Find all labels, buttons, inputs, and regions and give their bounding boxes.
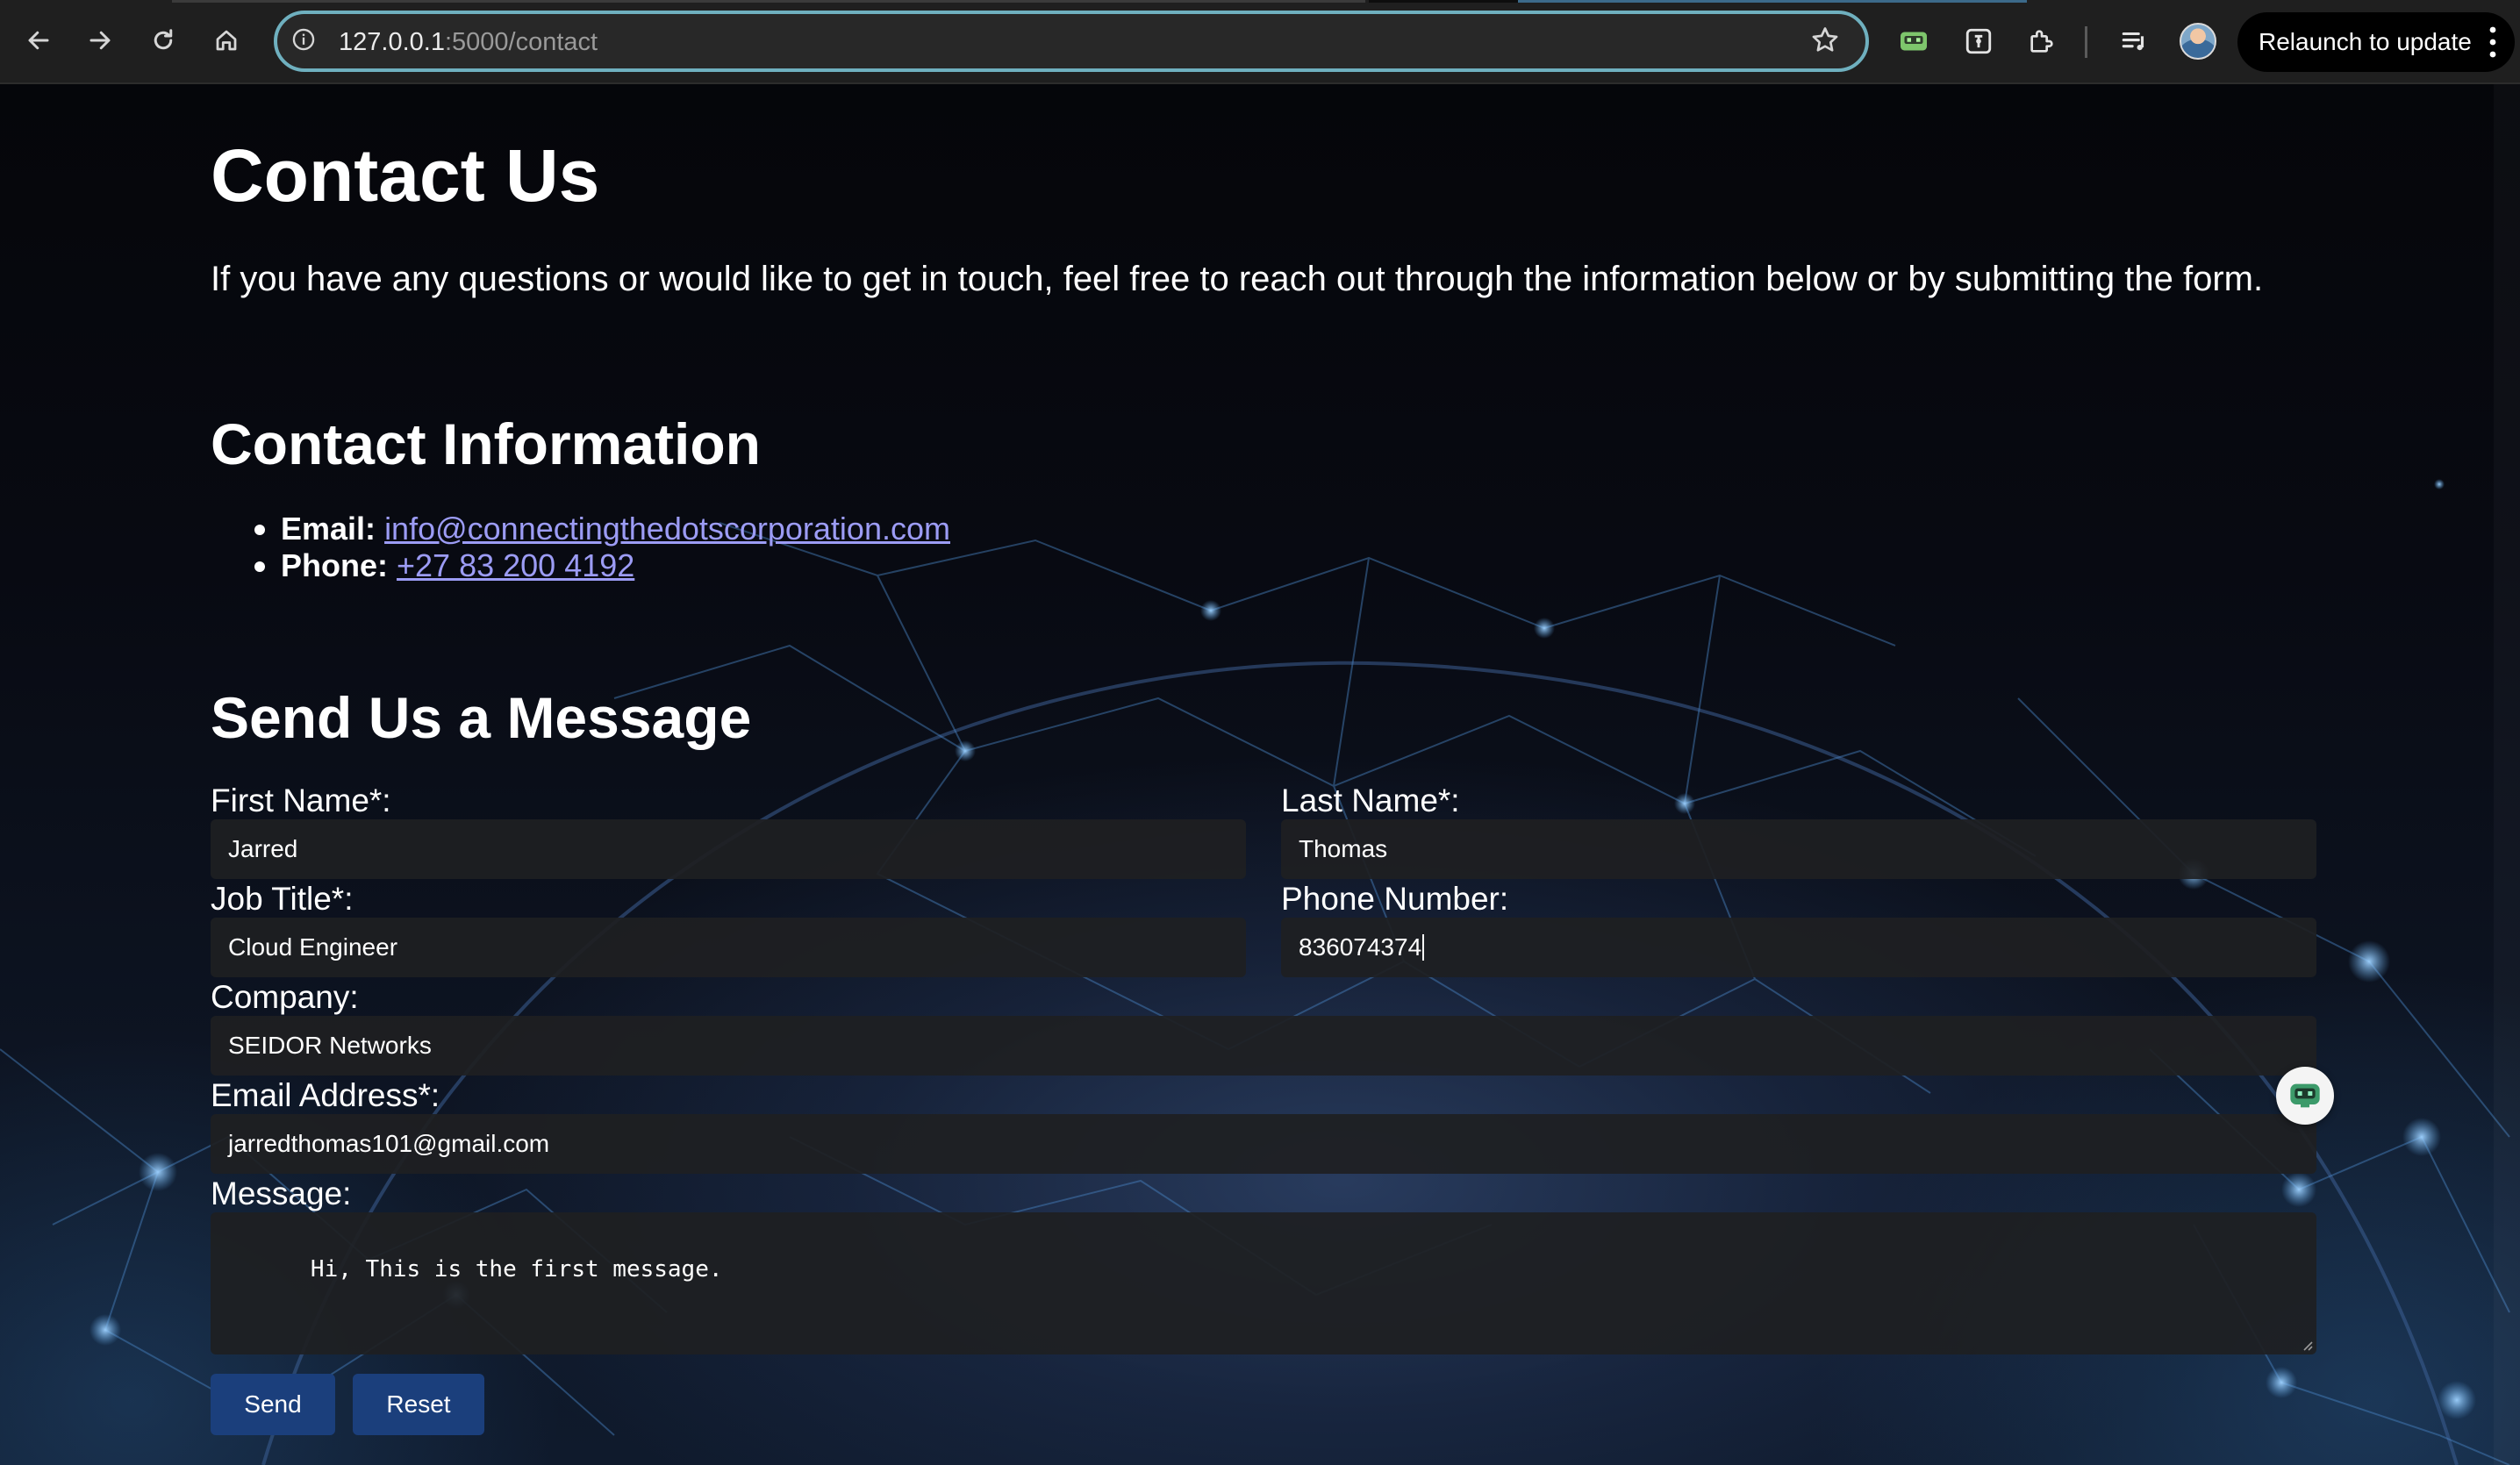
password-manager-button[interactable]	[1958, 21, 1999, 61]
last-name-input[interactable]: Thomas	[1281, 819, 2316, 879]
address-bar[interactable]: 127.0.0.1:5000/contact	[274, 11, 1869, 72]
message-label: Message:	[211, 1176, 352, 1211]
phone-item: Phone: +27 83 200 4192	[211, 547, 950, 584]
email-label: Email:	[281, 511, 376, 547]
contact-info-heading: Contact Information	[211, 411, 761, 476]
reload-button[interactable]	[144, 21, 183, 60]
email-address-value: jarredthomas101@gmail.com	[228, 1130, 550, 1157]
phone-number-value: 836074374	[1299, 933, 1422, 961]
intro-text: If you have any questions or would like …	[211, 260, 2264, 298]
arrow-left-icon	[28, 31, 49, 50]
phone-label: Phone:	[281, 547, 388, 583]
robot-extension-icon	[1901, 32, 1927, 51]
chatbot-button[interactable]	[2276, 1067, 2334, 1125]
media-queue-button[interactable]	[2115, 21, 2155, 61]
extensions-button[interactable]	[2022, 21, 2062, 61]
relaunch-to-update-button[interactable]: Relaunch to update	[2237, 12, 2515, 72]
password-manager-icon	[1965, 28, 1992, 54]
company-label: Company:	[211, 979, 359, 1015]
home-icon	[216, 30, 237, 51]
message-form-heading: Send Us a Message	[211, 685, 752, 750]
browser-toolbar: 127.0.0.1:5000/contact Relaunch to updat…	[0, 0, 2520, 84]
contact-info-list: Email: info@connectingthedotscorporation…	[211, 511, 950, 584]
forward-button[interactable]	[81, 21, 119, 60]
tab-strip-active-edge	[1369, 0, 1518, 3]
job-title-label: Job Title*:	[211, 881, 354, 917]
company-input[interactable]: SEIDOR Networks	[211, 1016, 2316, 1076]
page-scrollbar[interactable]	[2494, 84, 2520, 1465]
puzzle-icon	[2030, 30, 2053, 53]
email-address-input[interactable]: jarredthomas101@gmail.com	[211, 1114, 2316, 1174]
text-caret	[1422, 934, 1425, 961]
profile-avatar[interactable]	[2180, 23, 2216, 60]
chatbot-icon	[2290, 1083, 2320, 1108]
last-name-label: Last Name*:	[1281, 783, 1460, 818]
job-title-input[interactable]: Cloud Engineer	[211, 918, 1246, 977]
page-title: Contact Us	[211, 134, 600, 217]
message-textarea[interactable]: Hi, This is the first message.	[211, 1212, 2316, 1354]
relaunch-label: Relaunch to update	[2259, 28, 2472, 55]
back-button[interactable]	[19, 21, 58, 60]
message-value: Hi, This is the first message.	[310, 1256, 723, 1283]
phone-number-input[interactable]: 836074374	[1281, 918, 2316, 977]
url-host: 127.0.0.1	[339, 28, 445, 56]
media-queue-icon	[2122, 32, 2144, 51]
info-icon[interactable]	[291, 27, 316, 52]
last-name-value: Thomas	[1299, 835, 1388, 862]
email-link[interactable]: info@connectingthedotscorporation.com	[384, 511, 950, 547]
first-name-label: First Name*:	[211, 783, 391, 818]
company-value: SEIDOR Networks	[228, 1032, 432, 1059]
email-item: Email: info@connectingthedotscorporation…	[211, 511, 950, 547]
email-address-label: Email Address*:	[211, 1077, 440, 1113]
url-text[interactable]: 127.0.0.1:5000/contact	[339, 27, 598, 57]
arrow-right-icon	[89, 31, 111, 50]
reset-button[interactable]: Reset	[353, 1374, 484, 1435]
page-viewport: Contact Us If you have any questions or …	[0, 84, 2520, 1465]
home-button[interactable]	[207, 21, 246, 60]
resize-grip-icon[interactable]	[2301, 1339, 2313, 1351]
toolbar-divider	[2085, 26, 2087, 58]
star-icon[interactable]	[1809, 25, 1841, 56]
kebab-menu-icon[interactable]	[2488, 25, 2497, 60]
phone-link[interactable]: +27 83 200 4192	[397, 547, 634, 583]
robot-extension-button[interactable]	[1894, 21, 1934, 61]
first-name-value: Jarred	[228, 835, 298, 862]
first-name-input[interactable]: Jarred	[211, 819, 1246, 879]
phone-number-label: Phone Number:	[1281, 881, 1509, 917]
url-path: :5000/contact	[444, 28, 598, 56]
tab-strip-edge-right	[1518, 0, 2027, 3]
reload-icon	[154, 29, 173, 50]
tab-strip-edge	[172, 0, 1365, 3]
job-title-value: Cloud Engineer	[228, 933, 398, 961]
send-button[interactable]: Send	[211, 1374, 335, 1435]
